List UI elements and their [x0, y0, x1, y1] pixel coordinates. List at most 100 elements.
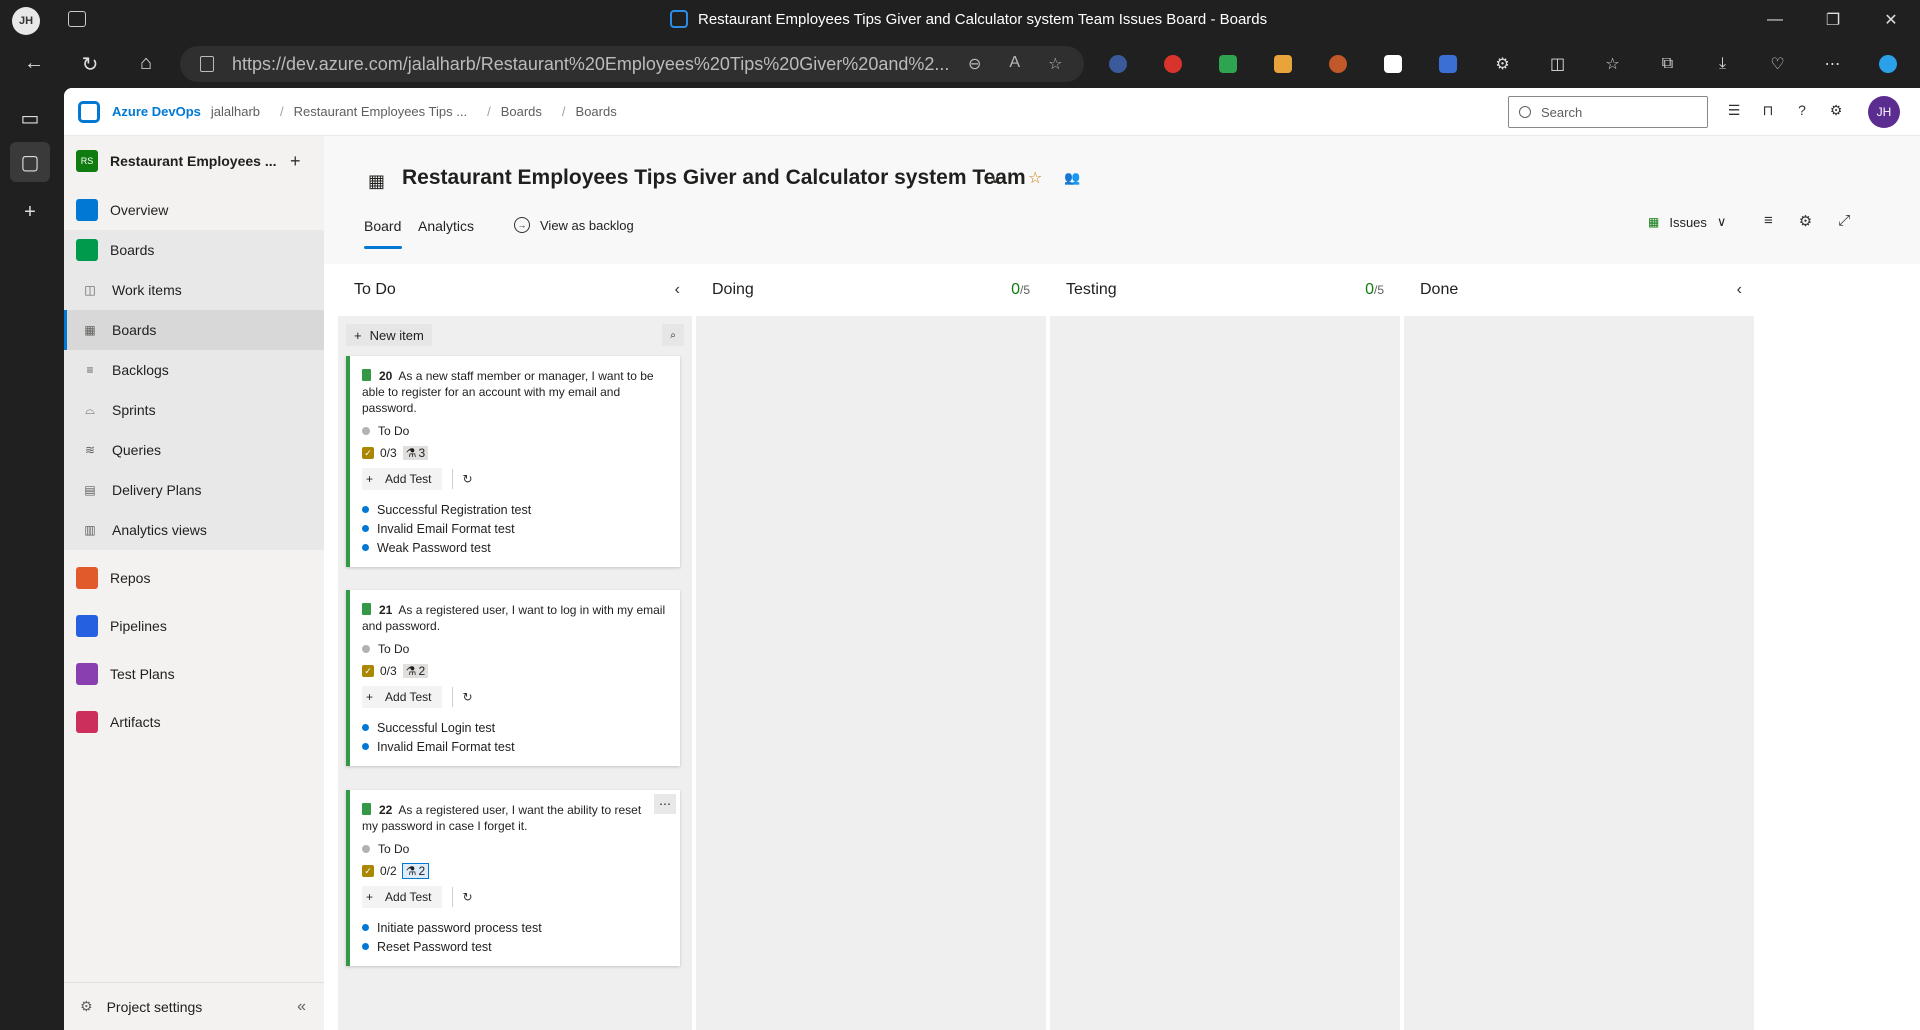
- nav-queries[interactable]: ≋ Queries: [64, 430, 324, 470]
- fullscreen-expand-icon[interactable]: ⤢: [1838, 212, 1850, 230]
- card-title-text[interactable]: As a registered user, I want to log in w…: [362, 603, 665, 633]
- copilot-icon[interactable]: [1860, 52, 1915, 76]
- more-menu-icon[interactable]: ⋯: [1805, 52, 1860, 76]
- filter-icon[interactable]: ≡: [1764, 212, 1773, 230]
- test-item[interactable]: Reset Password test: [362, 937, 668, 956]
- extension-b-icon[interactable]: [1365, 52, 1420, 76]
- extension-film-icon[interactable]: [1310, 52, 1365, 76]
- test-item[interactable]: Weak Password test: [362, 538, 668, 557]
- work-item-card[interactable]: ⋯ 22 As a registered user, I want the abi…: [346, 790, 680, 966]
- close-window-button[interactable]: ✕: [1862, 0, 1920, 40]
- task-progress[interactable]: 0/3: [380, 664, 397, 678]
- search-card-icon[interactable]: ⌕: [662, 324, 684, 346]
- lock-icon[interactable]: [200, 56, 214, 72]
- card-more-options-icon[interactable]: ⋯: [654, 794, 676, 814]
- test-flask-badge[interactable]: ⚗ 3: [402, 446, 429, 460]
- test-item[interactable]: Successful Login test: [362, 718, 668, 737]
- collections-icon[interactable]: ⧉: [1640, 52, 1695, 76]
- performance-icon[interactable]: ♡: [1750, 52, 1805, 76]
- azure-devops-logo-icon[interactable]: [78, 100, 100, 123]
- add-test-button[interactable]: + Add Test: [362, 686, 442, 708]
- refresh-icon[interactable]: ↻: [463, 472, 473, 486]
- nav-analytics-views[interactable]: ▥ Analytics views: [64, 510, 324, 550]
- task-progress[interactable]: 0/3: [380, 446, 397, 460]
- breadcrumb-boards[interactable]: Boards: [501, 104, 542, 119]
- test-label[interactable]: Weak Password test: [377, 541, 491, 555]
- nav-boards-sub[interactable]: ▦ Boards: [64, 310, 324, 350]
- work-items-list-icon[interactable]: ☰: [1724, 102, 1744, 119]
- address-bar[interactable]: https://dev.azure.com/jalalharb/Restaura…: [180, 46, 1084, 82]
- nav-test-plans[interactable]: Test Plans: [64, 650, 324, 698]
- nav-artifacts[interactable]: Artifacts: [64, 698, 324, 746]
- team-name[interactable]: Restaurant Employees Tips Giver and Calc…: [402, 166, 1026, 190]
- nav-pipelines[interactable]: Pipelines: [64, 602, 324, 650]
- refresh-icon[interactable]: ↻: [463, 890, 473, 904]
- test-label[interactable]: Invalid Email Format test: [377, 522, 515, 536]
- card-title-text[interactable]: As a new staff member or manager, I want…: [362, 369, 654, 415]
- help-icon[interactable]: ?: [1792, 102, 1812, 119]
- tab-board[interactable]: Board: [364, 218, 401, 234]
- search-input[interactable]: Search: [1508, 96, 1708, 128]
- refresh-icon[interactable]: ↻: [78, 52, 102, 77]
- home-icon[interactable]: ⌂: [134, 52, 158, 75]
- card-title[interactable]: 20 As a new staff member or manager, I wa…: [362, 368, 668, 416]
- test-item[interactable]: Invalid Email Format test: [362, 519, 668, 538]
- nav-work-items[interactable]: ◫ Work items: [64, 270, 324, 310]
- breadcrumb-boards-page[interactable]: Boards: [576, 104, 617, 119]
- nav-boards[interactable]: Boards: [64, 230, 324, 270]
- project-header[interactable]: RS Restaurant Employees ... +: [64, 136, 324, 186]
- refresh-icon[interactable]: ↻: [463, 690, 473, 704]
- backlog-level-selector[interactable]: ▦ Issues ∨: [1648, 214, 1726, 230]
- task-checkbox-icon[interactable]: ✓: [362, 665, 374, 677]
- marketplace-bag-icon[interactable]: ⊓: [1758, 102, 1778, 119]
- user-avatar[interactable]: JH: [1868, 96, 1900, 128]
- read-aloud-icon[interactable]: A: [1009, 54, 1020, 74]
- card-title[interactable]: 22 As a registered user, I want the abili…: [362, 802, 668, 834]
- test-label[interactable]: Successful Registration test: [377, 503, 531, 517]
- test-item[interactable]: Invalid Email Format test: [362, 737, 668, 756]
- test-flask-badge[interactable]: ⚗ 2: [402, 664, 429, 678]
- favorite-star-icon[interactable]: ☆: [1028, 168, 1042, 188]
- work-item-card[interactable]: 21 As a registered user, I want to log in…: [346, 590, 680, 766]
- test-item[interactable]: Successful Registration test: [362, 500, 668, 519]
- collapse-column-icon[interactable]: ‹: [1737, 281, 1742, 299]
- profile-avatar[interactable]: JH: [12, 7, 40, 35]
- split-screen-icon[interactable]: ◫: [1530, 52, 1585, 76]
- new-item-button[interactable]: + New item: [346, 324, 432, 346]
- test-label[interactable]: Successful Login test: [377, 721, 495, 735]
- minimize-button[interactable]: —: [1746, 0, 1804, 40]
- extension-pin-icon[interactable]: [1420, 52, 1475, 76]
- nav-backlogs[interactable]: ≡ Backlogs: [64, 350, 324, 390]
- brand-link[interactable]: Azure DevOps: [112, 104, 201, 119]
- test-item[interactable]: Initiate password process test: [362, 918, 668, 937]
- collapse-sidebar-icon[interactable]: «: [297, 998, 306, 1016]
- card-title[interactable]: 21 As a registered user, I want to log in…: [362, 602, 668, 634]
- add-test-button[interactable]: + Add Test: [362, 468, 442, 490]
- nav-sprints[interactable]: ⌓ Sprints: [64, 390, 324, 430]
- view-as-backlog-button[interactable]: → View as backlog: [514, 217, 634, 233]
- tab-analytics[interactable]: Analytics: [418, 218, 474, 234]
- chevron-down-icon[interactable]: ∨: [990, 170, 1000, 187]
- card-state[interactable]: To Do: [362, 842, 668, 856]
- favorites-icon[interactable]: ☆: [1585, 52, 1640, 76]
- user-settings-icon[interactable]: ⚙: [1826, 102, 1846, 119]
- extension-cursor-icon[interactable]: [1090, 52, 1145, 76]
- collapse-column-icon[interactable]: ‹: [675, 281, 680, 299]
- zoom-icon[interactable]: ⊖: [968, 54, 981, 74]
- breadcrumb-project[interactable]: Restaurant Employees Tips ...: [294, 104, 467, 119]
- test-label[interactable]: Invalid Email Format test: [377, 740, 515, 754]
- card-state[interactable]: To Do: [362, 642, 668, 656]
- maximize-button[interactable]: ❐: [1804, 0, 1862, 40]
- add-test-button[interactable]: + Add Test: [362, 886, 442, 908]
- card-state[interactable]: To Do: [362, 424, 668, 438]
- extension-multicolor-icon[interactable]: [1255, 52, 1310, 76]
- nav-repos[interactable]: Repos: [64, 554, 324, 602]
- tab-actions-icon[interactable]: [68, 11, 86, 27]
- work-item-card[interactable]: 20 As a new staff member or manager, I wa…: [346, 356, 680, 567]
- nav-delivery-plans[interactable]: ▤ Delivery Plans: [64, 470, 324, 510]
- card-title-text[interactable]: As a registered user, I want the ability…: [362, 803, 641, 833]
- favorite-star-icon[interactable]: ☆: [1048, 54, 1062, 74]
- test-flask-badge[interactable]: ⚗ 2: [401, 863, 430, 879]
- test-label[interactable]: Initiate password process test: [377, 921, 542, 935]
- extension-red-icon[interactable]: [1145, 52, 1200, 76]
